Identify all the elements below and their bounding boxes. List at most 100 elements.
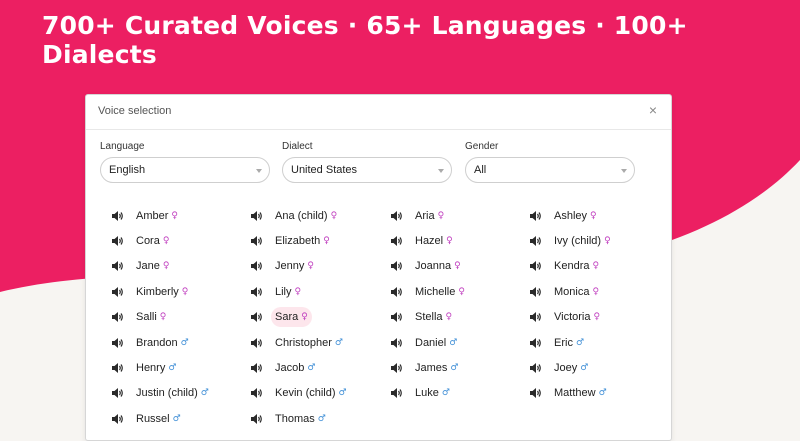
speaker-icon[interactable] [112,337,124,348]
voice-item[interactable]: Michelle ♀ [391,279,530,304]
speaker-icon[interactable] [112,286,124,297]
voice-name-wrap[interactable]: Russel ♂ [132,409,185,429]
voice-name-wrap[interactable]: Ana (child) ♀ [271,206,341,226]
voice-name-wrap[interactable]: Amber ♀ [132,206,182,226]
voice-item[interactable]: Joanna ♀ [391,254,530,279]
voice-name-wrap[interactable]: Stella ♀ [411,307,456,327]
voice-item[interactable]: Jenny ♀ [251,254,391,279]
voice-item[interactable]: Kevin (child) ♂ [251,381,391,406]
speaker-icon[interactable] [530,312,542,323]
voice-item[interactable]: Ashley ♀ [530,203,669,228]
speaker-icon[interactable] [251,337,263,348]
voice-item[interactable]: Jane ♀ [112,254,251,279]
voice-item[interactable]: Salli ♀ [112,305,251,330]
voice-item[interactable]: Matthew ♂ [530,381,669,406]
voice-item[interactable]: Daniel ♂ [391,330,530,355]
speaker-icon[interactable] [391,312,403,323]
speaker-icon[interactable] [112,210,124,221]
voice-item[interactable]: James ♂ [391,355,530,380]
voice-name-wrap[interactable]: Victoria ♀ [550,307,604,327]
close-icon[interactable]: × [649,103,657,117]
speaker-icon[interactable] [251,413,263,424]
speaker-icon[interactable] [112,236,124,247]
voice-item[interactable]: Brandon ♂ [112,330,251,355]
voice-name-wrap[interactable]: Kimberly ♀ [132,282,192,302]
speaker-icon[interactable] [530,363,542,374]
speaker-icon[interactable] [530,286,542,297]
voice-item[interactable]: Ana (child) ♀ [251,203,391,228]
speaker-icon[interactable] [251,363,263,374]
voice-name-wrap[interactable]: Brandon ♂ [132,333,193,353]
voice-name-wrap[interactable]: Monica ♀ [550,282,603,302]
speaker-icon[interactable] [391,363,403,374]
voice-name-wrap[interactable]: Thomas ♂ [271,409,330,429]
speaker-icon[interactable] [530,388,542,399]
voice-name-wrap[interactable]: Aria ♀ [411,206,448,226]
voice-item[interactable]: Christopher ♂ [251,330,391,355]
speaker-icon[interactable] [112,261,124,272]
voice-item[interactable]: Kendra ♀ [530,254,669,279]
voice-item[interactable]: Elizabeth ♀ [251,228,391,253]
speaker-icon[interactable] [251,210,263,221]
voice-item[interactable]: Eric ♂ [530,330,669,355]
speaker-icon[interactable] [530,210,542,221]
voice-item[interactable]: Hazel ♀ [391,228,530,253]
voice-item[interactable]: Ivy (child) ♀ [530,228,669,253]
voice-name-wrap[interactable]: Michelle ♀ [411,282,469,302]
speaker-icon[interactable] [251,312,263,323]
speaker-icon[interactable] [530,236,542,247]
voice-name-wrap[interactable]: Salli ♀ [132,307,170,327]
voice-name-wrap[interactable]: Lily ♀ [271,282,305,302]
voice-item[interactable]: Stella ♀ [391,305,530,330]
voice-item[interactable]: Justin (child) ♂ [112,381,251,406]
speaker-icon[interactable] [251,236,263,247]
voice-name-wrap[interactable]: Kevin (child) ♂ [271,383,351,403]
voice-name-wrap[interactable]: Jenny ♀ [271,256,318,276]
voice-name-wrap[interactable]: Christopher ♂ [271,333,347,353]
voice-name-wrap[interactable]: Joey ♂ [550,358,592,378]
voice-name-wrap[interactable]: Kendra ♀ [550,256,603,276]
voice-item[interactable]: Luke ♂ [391,381,530,406]
speaker-icon[interactable] [530,337,542,348]
voice-name-wrap[interactable]: James ♂ [411,358,462,378]
voice-item[interactable]: Amber ♀ [112,203,251,228]
speaker-icon[interactable] [112,413,124,424]
speaker-icon[interactable] [391,210,403,221]
voice-item[interactable]: Lily ♀ [251,279,391,304]
voice-name-selected[interactable]: Sara ♀ [271,307,312,328]
voice-name-wrap[interactable]: Hazel ♀ [411,231,457,251]
voice-item[interactable]: Jacob ♂ [251,355,391,380]
language-select[interactable]: English [100,157,270,183]
voice-name-wrap[interactable]: Ivy (child) ♀ [550,231,615,251]
voice-name-wrap[interactable]: Henry ♂ [132,358,180,378]
speaker-icon[interactable] [530,261,542,272]
voice-item[interactable]: Aria ♀ [391,203,530,228]
voice-item[interactable]: Monica ♀ [530,279,669,304]
voice-name-wrap[interactable]: Jacob ♂ [271,358,319,378]
speaker-icon[interactable] [391,286,403,297]
speaker-icon[interactable] [391,337,403,348]
voice-item[interactable]: Cora ♀ [112,228,251,253]
speaker-icon[interactable] [251,261,263,272]
voice-name-wrap[interactable]: Matthew ♂ [550,383,611,403]
voice-name-wrap[interactable]: Luke ♂ [411,383,454,403]
voice-name-wrap[interactable]: Eric ♂ [550,333,588,353]
speaker-icon[interactable] [391,236,403,247]
voice-item[interactable]: Kimberly ♀ [112,279,251,304]
voice-item[interactable]: Victoria ♀ [530,305,669,330]
voice-item[interactable]: Sara ♀ [251,305,391,330]
voice-item[interactable]: Joey ♂ [530,355,669,380]
speaker-icon[interactable] [251,388,263,399]
voice-item[interactable]: Thomas ♂ [251,406,391,431]
voice-name-wrap[interactable]: Elizabeth ♀ [271,231,334,251]
voice-name-wrap[interactable]: Cora ♀ [132,231,173,251]
speaker-icon[interactable] [112,363,124,374]
voice-name-wrap[interactable]: Ashley ♀ [550,206,601,226]
speaker-icon[interactable] [391,261,403,272]
dialect-select[interactable]: United States [282,157,452,183]
speaker-icon[interactable] [112,388,124,399]
speaker-icon[interactable] [112,312,124,323]
voice-name-wrap[interactable]: Jane ♀ [132,256,173,276]
voice-name-wrap[interactable]: Daniel ♂ [411,333,461,353]
voice-item[interactable]: Henry ♂ [112,355,251,380]
